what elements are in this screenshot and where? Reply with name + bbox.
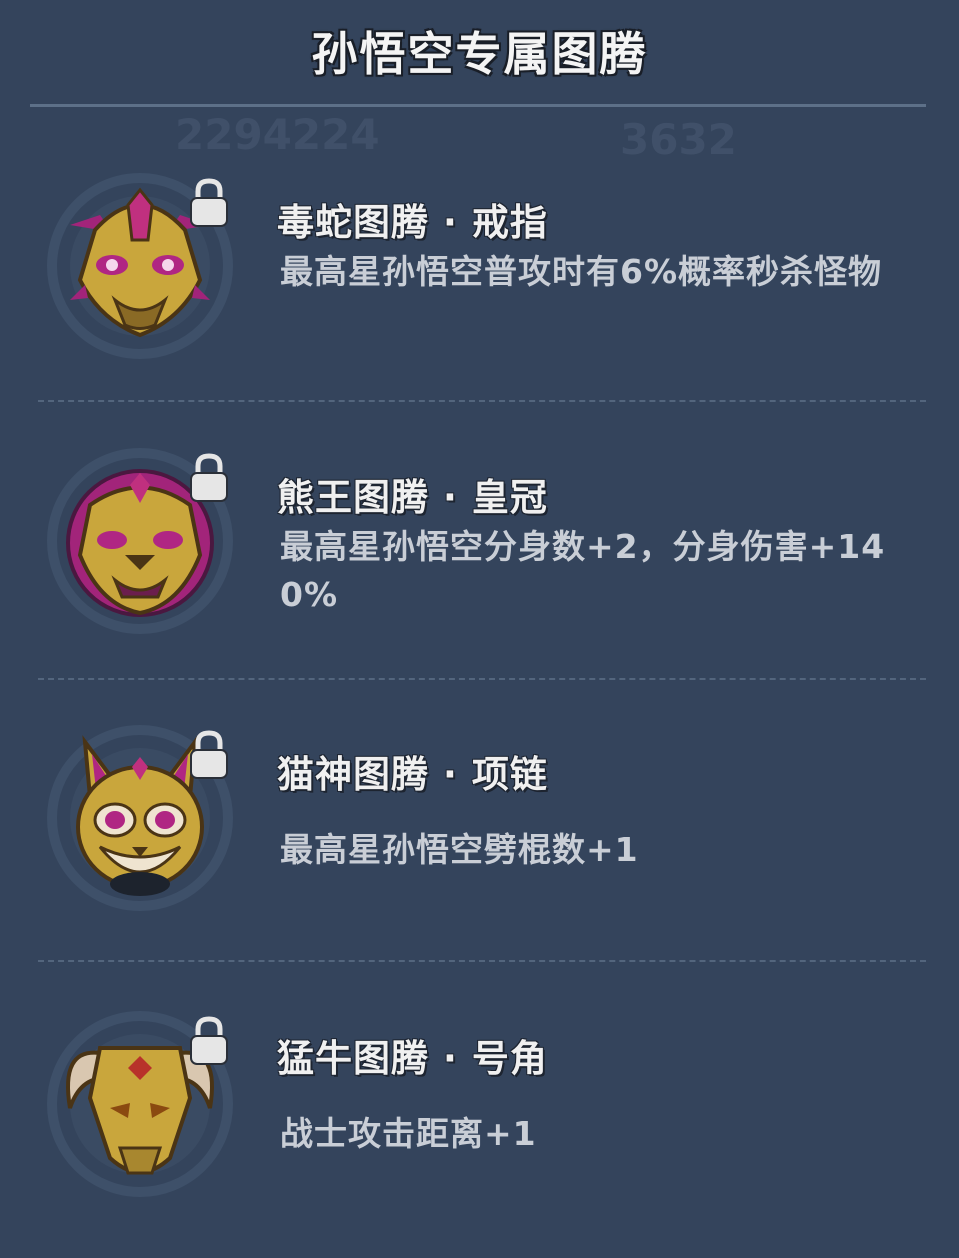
lock-icon (190, 730, 228, 779)
totem-name: 猫神图腾 · 项链 (277, 753, 548, 796)
row-divider (38, 400, 926, 402)
lock-icon (190, 453, 228, 502)
totem-name: 熊王图腾 · 皇冠 (277, 476, 548, 519)
totem-name: 猛牛图腾 · 号角 (277, 1037, 548, 1080)
lock-icon (190, 1016, 228, 1065)
page-title: 孙悟空专属图腾 (311, 27, 648, 81)
background-ghost-number: 2294224 (175, 110, 380, 159)
background-ghost-number: 3632 (620, 115, 737, 164)
totem-description: 最高星孙悟空分身数+2，分身伤害+140% (280, 527, 886, 614)
totem-description: 战士攻击距离+1 (280, 1114, 537, 1153)
row-divider (38, 960, 926, 962)
title-divider (30, 104, 926, 107)
totem-name: 毒蛇图腾 · 戒指 (277, 201, 548, 244)
totem-description: 最高星孙悟空普攻时有6%概率秒杀怪物 (280, 252, 883, 291)
totem-description: 最高星孙悟空劈棍数+1 (280, 830, 639, 869)
totem-item[interactable]: 熊王图腾 · 皇冠 最高星孙悟空分身数+2，分身伤害+140% (0, 445, 959, 695)
row-divider (38, 678, 926, 680)
totem-item[interactable]: 毒蛇图腾 · 戒指 最高星孙悟空普攻时有6%概率秒杀怪物 (0, 170, 959, 420)
totem-item[interactable]: 猫神图腾 · 项链 最高星孙悟空劈棍数+1 (0, 722, 959, 972)
totem-item[interactable]: 猛牛图腾 · 号角 战士攻击距离+1 (0, 1008, 959, 1258)
lock-icon (190, 178, 228, 227)
